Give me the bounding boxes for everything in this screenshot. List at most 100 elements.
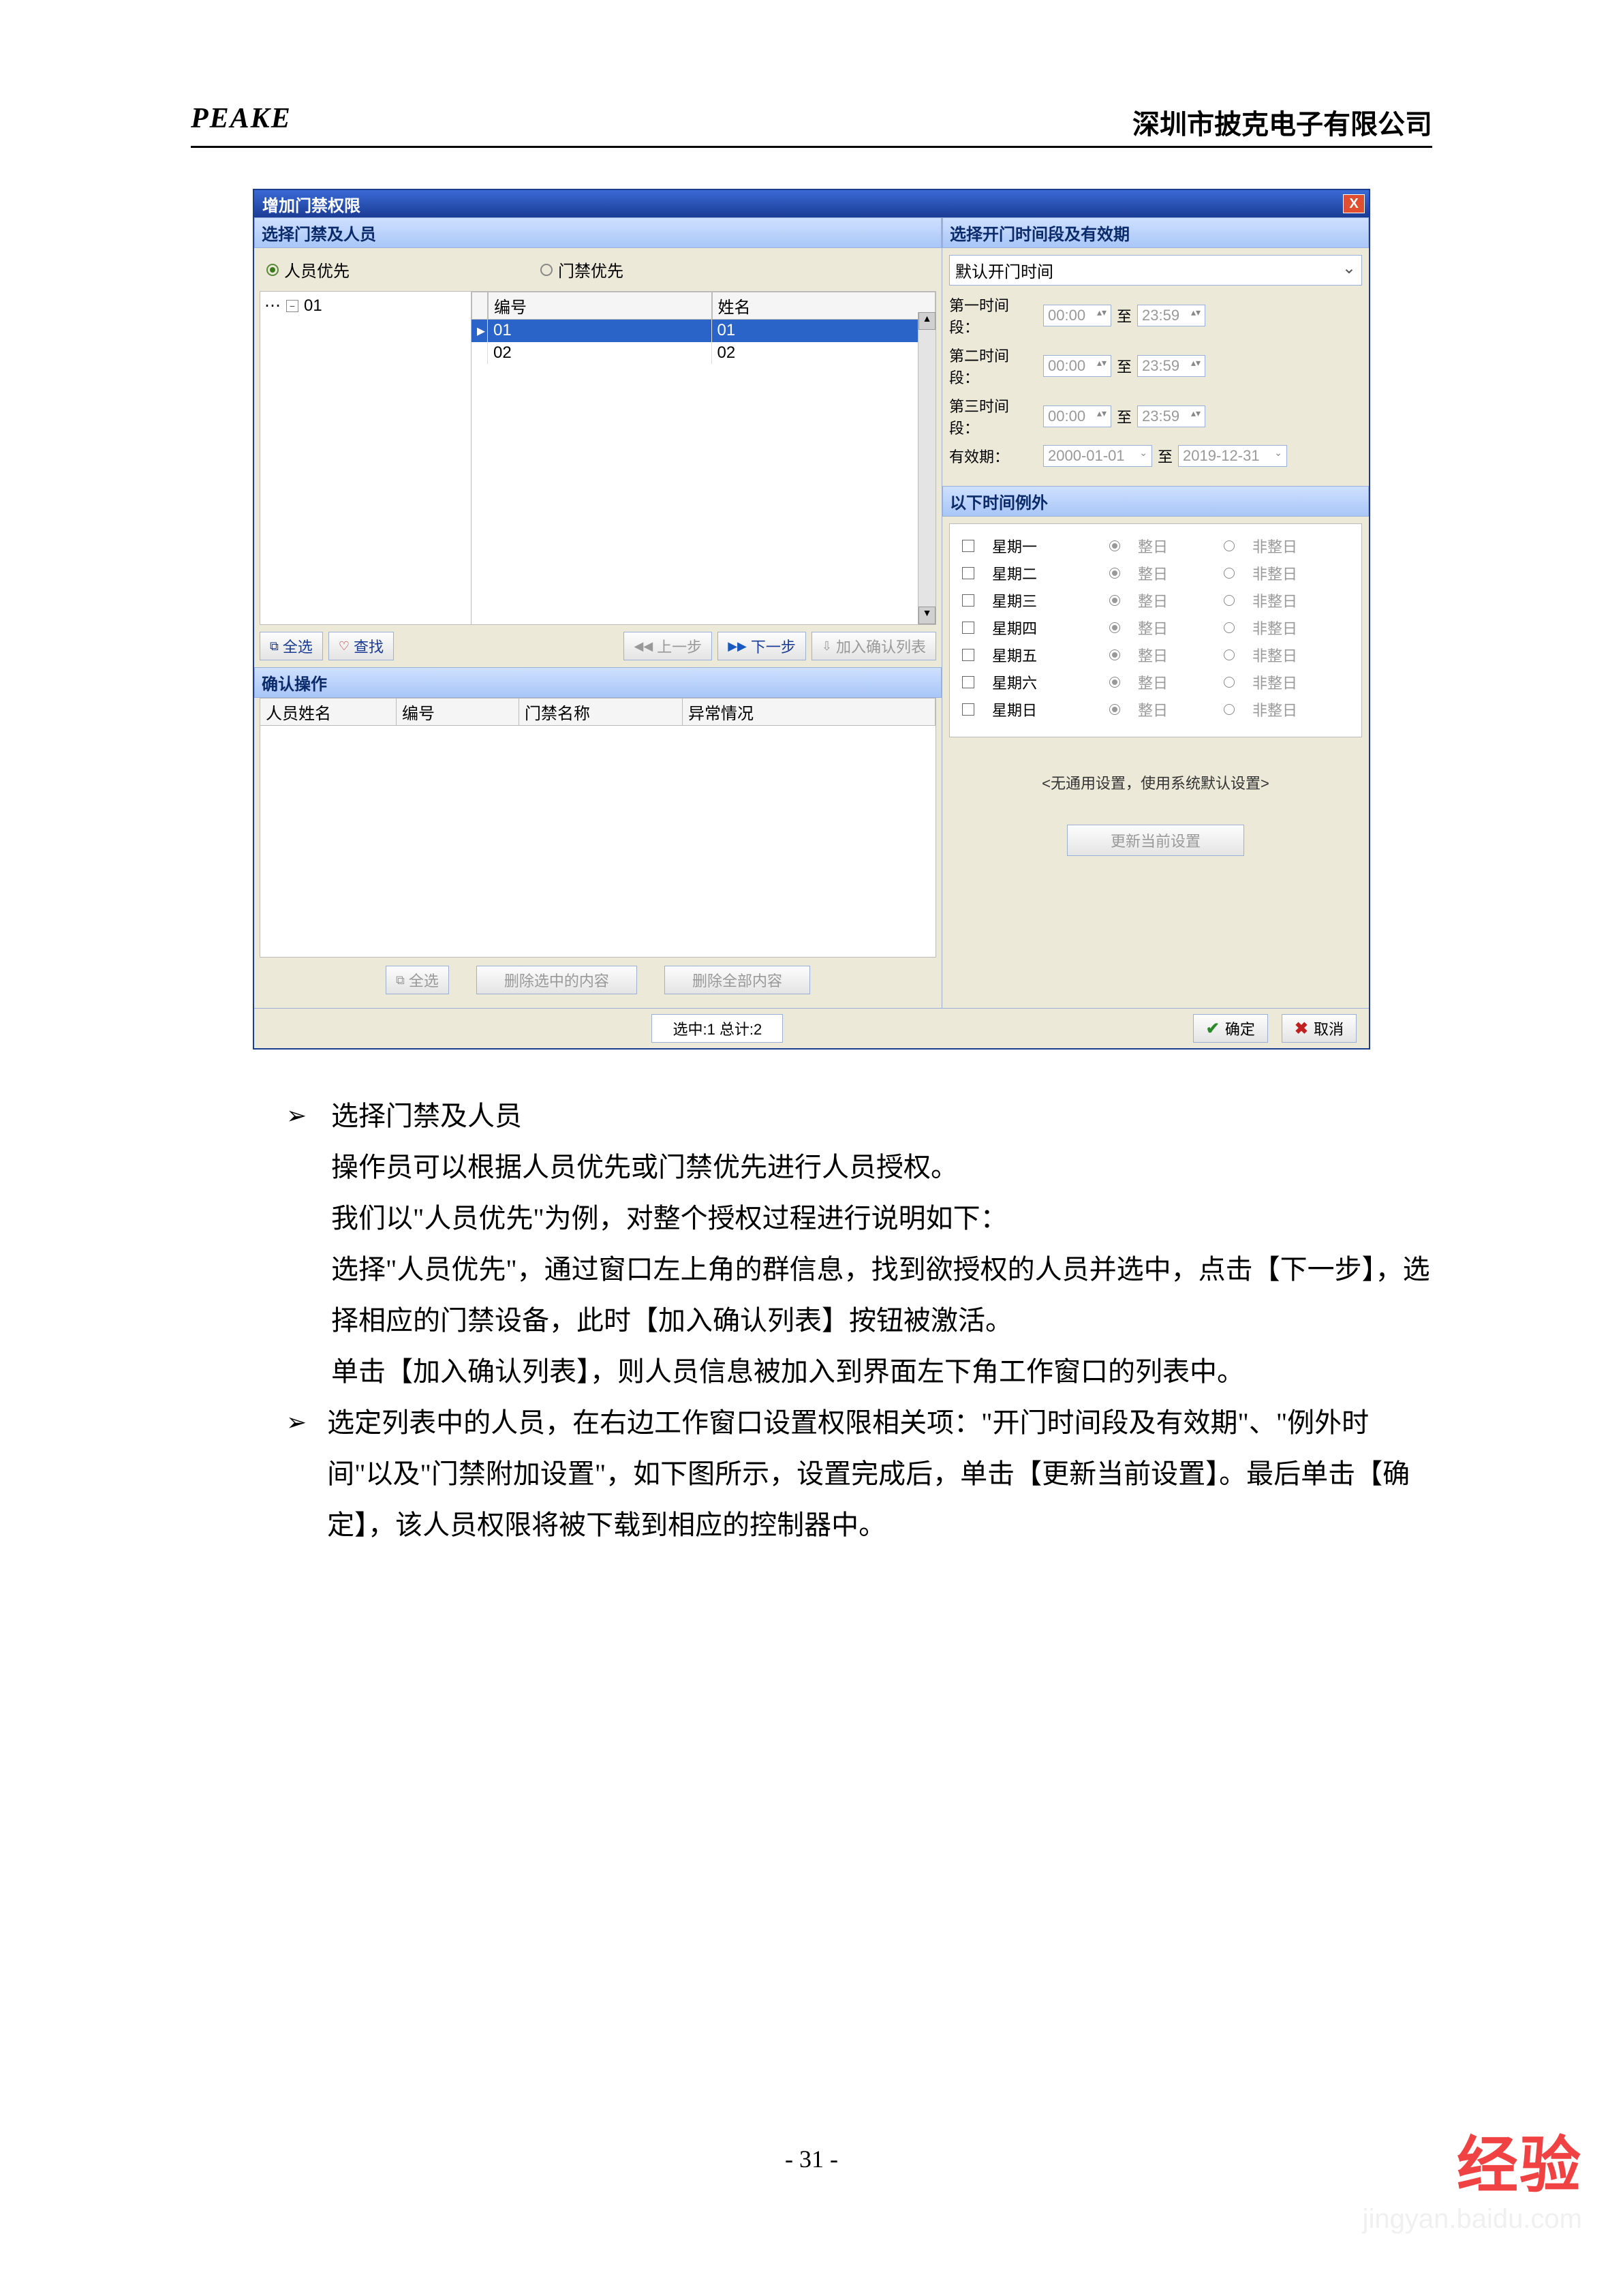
radio-off-icon [540,264,553,276]
titlebar[interactable]: 增加门禁权限 X [254,190,1369,217]
spinner-icon: ▴▾ [1097,307,1107,324]
radio-not-whole-day[interactable] [1224,595,1235,606]
checkbox[interactable] [962,622,974,634]
check-icon: ✔ [1206,1019,1220,1039]
exception-day-row: 星期四整日非整日 [962,617,1349,639]
scroll-up-icon[interactable]: ▲ [918,312,936,330]
checkbox[interactable] [962,594,974,607]
time-slot-2: 第二时间段： 00:00▴▾ 至 23:59▴▾ [949,344,1362,388]
document-body: ➢ 选择门禁及人员 操作员可以根据人员优先或门禁优先进行人员授权。 我们以"人员… [191,1090,1432,1550]
company: 深圳市披克电子有限公司 [1132,102,1432,142]
time-input[interactable]: 23:59▴▾ [1137,305,1205,326]
checkbox[interactable] [962,703,974,716]
next-button[interactable]: ▶▶下一步 [717,632,806,660]
radio-whole-day[interactable] [1109,540,1120,551]
radio-on-icon [266,264,279,276]
date-input[interactable]: 2000-01-01⌄ [1043,445,1152,467]
radio-person-priority[interactable]: 人员优先 [266,258,350,281]
select-all-icon: ⧉ [396,973,405,988]
tree-root[interactable]: ⋯ − 01 [264,296,467,316]
brand: PEAKE [191,102,292,142]
radio-not-whole-day[interactable] [1224,649,1235,660]
update-settings-button[interactable]: 更新当前设置 [1067,825,1244,856]
section-select-people: 选择门禁及人员 [254,217,942,248]
date-input[interactable]: 2019-12-31⌄ [1178,445,1287,467]
next-icon: ▶▶ [728,639,747,654]
radio-not-whole-day[interactable] [1224,568,1235,579]
chevron-down-icon: ⌄ [1139,447,1147,465]
doc-header: PEAKE 深圳市披克电子有限公司 [191,102,1432,148]
exception-box: 星期一整日非整日星期二整日非整日星期三整日非整日星期四整日非整日星期五整日非整日… [949,523,1362,737]
delete-selected-button[interactable]: 删除选中的内容 [476,966,637,994]
section-time-valid: 选择开门时间段及有效期 [942,217,1369,248]
dialog-title: 增加门禁权限 [262,192,360,216]
exception-day-row: 星期二整日非整日 [962,562,1349,584]
scroll-down-icon[interactable]: ▼ [918,607,936,624]
checkbox[interactable] [962,567,974,579]
chevron-down-icon: ⌄ [1342,258,1356,282]
group-tree[interactable]: ⋯ − 01 [260,292,472,624]
prev-button[interactable]: ◀◀上一步 [623,632,712,660]
confirm-table-body[interactable] [260,726,936,958]
exception-day-row: 星期五整日非整日 [962,644,1349,666]
valid-period: 有效期： 2000-01-01⌄ 至 2019-12-31⌄ [949,445,1362,467]
radio-not-whole-day[interactable] [1224,540,1235,551]
select-all-2-button[interactable]: ⧉全选 [386,966,449,994]
ok-button[interactable]: ✔确定 [1193,1014,1268,1043]
select-all-button[interactable]: ⧉全选 [260,632,323,660]
select-all-icon: ⧉ [270,639,279,654]
search-button[interactable]: ♡查找 [328,632,394,660]
time-input[interactable]: 23:59▴▾ [1137,355,1205,377]
checkbox[interactable] [962,540,974,552]
radio-whole-day[interactable] [1109,568,1120,579]
radio-whole-day[interactable] [1109,677,1120,688]
spinner-icon: ▴▾ [1097,357,1107,375]
radio-whole-day[interactable] [1109,649,1120,660]
section-confirm: 确认操作 [254,667,942,698]
radio-not-whole-day[interactable] [1224,704,1235,715]
person-grid[interactable]: 编号 姓名 ▸ 01 01 02 02 [472,292,936,624]
status-bar: 选中:1 总计:2 [254,1009,1181,1048]
radio-whole-day[interactable] [1109,622,1120,633]
checkbox[interactable] [962,649,974,661]
confirm-table-header: 人员姓名 编号 门禁名称 异常情况 [260,698,936,726]
delete-all-button[interactable]: 删除全部内容 [664,966,810,994]
add-to-list-button[interactable]: ⇩加入确认列表 [812,632,936,660]
table-row[interactable]: ▸ 01 01 [472,320,936,342]
watermark: Baidu 经验 jingyan.baidu.com [1261,2115,1582,2235]
exception-day-row: 星期三整日非整日 [962,590,1349,611]
close-icon[interactable]: X [1343,194,1365,213]
time-slot-1: 第一时间段： 00:00▴▾ 至 23:59▴▾ [949,294,1362,337]
time-input[interactable]: 00:00▴▾ [1043,355,1111,377]
status-label: 选中:1 总计:2 [651,1014,783,1043]
open-time-dropdown[interactable]: 默认开门时间 ⌄ [949,255,1362,286]
scrollbar[interactable]: ▲ ▼ [918,312,936,624]
time-slot-3: 第三时间段： 00:00▴▾ 至 23:59▴▾ [949,395,1362,438]
exception-day-row: 星期一整日非整日 [962,535,1349,557]
time-input[interactable]: 00:00▴▾ [1043,405,1111,427]
exception-day-row: 星期日整日非整日 [962,699,1349,720]
add-icon: ⇩ [822,639,832,654]
time-input[interactable]: 23:59▴▾ [1137,405,1205,427]
radio-not-whole-day[interactable] [1224,677,1235,688]
search-icon: ♡ [339,639,350,654]
spinner-icon: ▴▾ [1097,408,1107,425]
radio-whole-day[interactable] [1109,704,1120,715]
spinner-icon: ▴▾ [1191,307,1201,324]
radio-not-whole-day[interactable] [1224,622,1235,633]
no-general-setting: <无通用设置，使用系统默认设置> [942,744,1369,821]
section-exceptions: 以下时间例外 [942,486,1369,517]
x-icon: ✖ [1295,1019,1308,1039]
col-name[interactable]: 姓名 [712,292,936,320]
cancel-button[interactable]: ✖取消 [1282,1014,1357,1043]
bullet-icon: ➢ [286,1090,311,1142]
col-id[interactable]: 编号 [488,292,712,320]
collapse-icon[interactable]: − [286,300,298,312]
radio-whole-day[interactable] [1109,595,1120,606]
checkbox[interactable] [962,676,974,688]
spinner-icon: ▴▾ [1191,357,1201,375]
time-input[interactable]: 00:00▴▾ [1043,305,1111,326]
prev-icon: ◀◀ [634,639,653,654]
radio-door-priority[interactable]: 门禁优先 [540,258,623,281]
table-row[interactable]: 02 02 [472,342,936,364]
